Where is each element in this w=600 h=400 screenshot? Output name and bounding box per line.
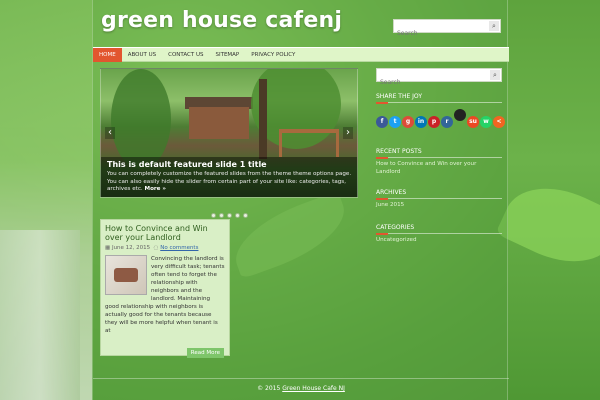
share-icon[interactable]: < <box>493 116 505 128</box>
slide-image-tree <box>111 69 171 169</box>
pinterest-icon[interactable]: p <box>428 116 440 128</box>
facebook-icon[interactable]: f <box>376 116 388 128</box>
category-link[interactable]: Uncategorized <box>376 237 502 245</box>
slider-dot[interactable] <box>243 213 248 218</box>
nav-item-sitemap[interactable]: SITEMAP <box>209 48 245 62</box>
slider-prev-arrow-icon[interactable]: ‹ <box>105 127 115 139</box>
header-search-input[interactable] <box>394 27 486 40</box>
google-plus-icon[interactable]: g <box>402 116 414 128</box>
featured-slider[interactable]: ‹ › This is default featured slide 1 tit… <box>100 68 358 198</box>
footer-site-link[interactable]: Green House Cafe NJ <box>282 385 345 392</box>
nav-item-about-us[interactable]: ABOUT US <box>122 48 162 62</box>
widget-title-categories: CATEGORIES <box>376 224 415 231</box>
background-glass <box>0 230 80 400</box>
comment-icon: ◌ <box>153 245 159 251</box>
nav-item-privacy-policy[interactable]: PRIVACY POLICY <box>245 48 301 62</box>
slider-dot[interactable] <box>227 213 232 218</box>
slide-more-link[interactable]: More » <box>145 186 167 192</box>
thumbnail-image <box>114 268 138 282</box>
delicious-icon[interactable] <box>454 109 466 121</box>
social-share-icons: f t g in p r su w < <box>376 108 506 130</box>
whatsapp-icon[interactable]: w <box>480 116 492 128</box>
linkedin-icon[interactable]: in <box>415 116 427 128</box>
slider-dot[interactable] <box>235 213 240 218</box>
header-search-box: ⌕ <box>393 19 501 40</box>
slider-dot[interactable] <box>219 213 224 218</box>
widget-divider <box>376 156 502 159</box>
post-meta: ▦ June 12, 2015 ◌ No comments <box>105 245 225 251</box>
footer-divider <box>93 378 509 379</box>
widget-title-recent-posts: RECENT POSTS <box>376 148 422 155</box>
slide-image-trunk <box>259 79 267 159</box>
archive-link[interactable]: June 2015 <box>376 202 502 210</box>
footer: © 2015 Green House Cafe NJ <box>93 385 509 392</box>
nav-item-contact-us[interactable]: CONTACT US <box>162 48 209 62</box>
slide-title: This is default featured slide 1 title <box>107 160 267 169</box>
nav-item-home[interactable]: HOME <box>93 48 122 62</box>
main-nav: HOME ABOUT US CONTACT US SITEMAP PRIVACY… <box>93 47 509 62</box>
search-icon[interactable]: ⌕ <box>489 21 499 31</box>
post-thumbnail[interactable] <box>105 255 147 295</box>
widget-divider <box>376 101 502 104</box>
slide-image-pergola <box>279 129 339 157</box>
widget-divider <box>376 197 502 200</box>
reddit-icon[interactable]: r <box>441 116 453 128</box>
recent-post-link[interactable]: How to Convince and Win over your Landlo… <box>376 161 502 176</box>
post-date: June 12, 2015 <box>111 245 151 251</box>
sidebar-search-box: ⌕ <box>376 68 502 89</box>
slider-next-arrow-icon[interactable]: › <box>343 127 353 139</box>
slide-caption: This is default featured slide 1 title Y… <box>101 157 357 197</box>
stumbleupon-icon[interactable]: su <box>467 116 479 128</box>
widget-divider <box>376 232 502 235</box>
twitter-icon[interactable]: t <box>389 116 401 128</box>
post-title[interactable]: How to Convince and Win over your Landlo… <box>105 224 225 242</box>
slider-dot[interactable] <box>211 213 216 218</box>
background-left <box>0 0 92 400</box>
search-icon[interactable]: ⌕ <box>490 70 500 80</box>
post-comments-link[interactable]: No comments <box>160 245 198 251</box>
read-more-button[interactable]: Read More <box>186 348 224 358</box>
post-card: How to Convince and Win over your Landlo… <box>100 219 230 358</box>
site-title[interactable]: green house cafenj <box>101 8 342 33</box>
slide-image-house <box>189 107 249 139</box>
slide-text: You can completely customize the feature… <box>107 171 353 194</box>
footer-copyright: © 2015 <box>257 385 281 392</box>
page-container: green house cafenj ⌕ HOME ABOUT US CONTA… <box>92 0 509 400</box>
widget-title-share: SHARE THE JOY <box>376 93 422 100</box>
widget-title-archives: ARCHIVES <box>376 189 407 196</box>
calendar-icon: ▦ <box>105 245 111 251</box>
sidebar-search-input[interactable] <box>377 76 487 89</box>
